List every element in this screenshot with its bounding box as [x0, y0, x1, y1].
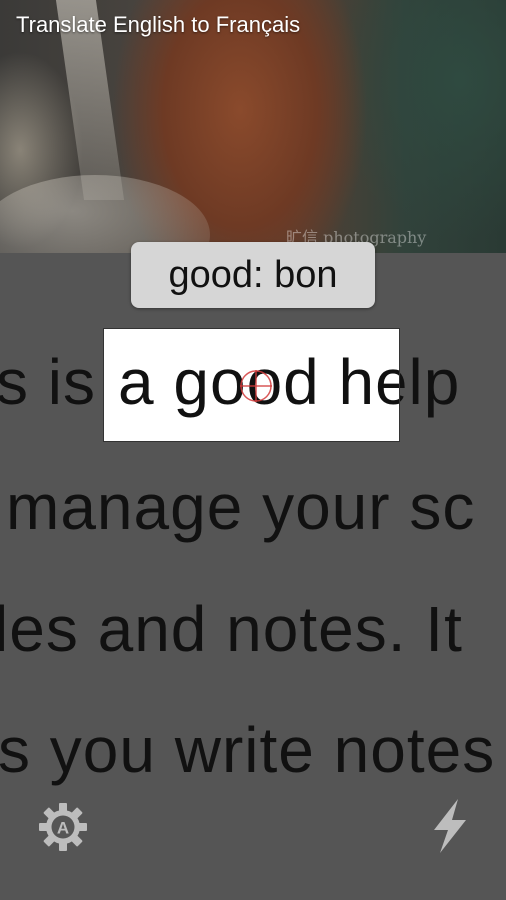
translation-bubble: good: bon [131, 242, 375, 308]
camera-text-line-4: s you write notes [0, 714, 496, 786]
flash-icon[interactable] [428, 798, 472, 854]
crosshair-icon [240, 370, 272, 402]
camera-text-line-2: manage your sc [6, 471, 476, 543]
camera-text-line-3: les and notes. It [0, 593, 463, 665]
camera-text-area: s is a good help manage your sc les and … [0, 0, 506, 900]
svg-text:A: A [57, 819, 69, 838]
settings-gear-icon[interactable]: A [38, 802, 88, 852]
